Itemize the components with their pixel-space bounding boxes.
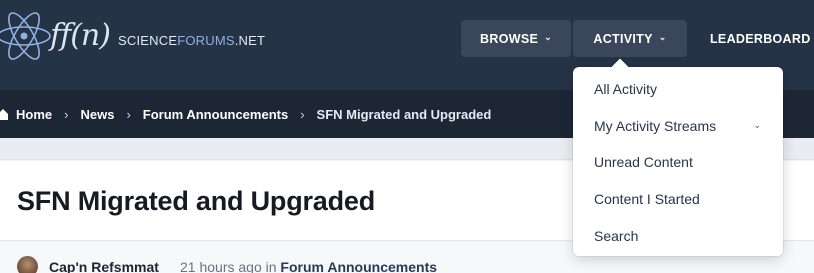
chevron-right-icon: › (64, 106, 69, 122)
chevron-down-icon: ⌄ (753, 120, 761, 131)
author-link[interactable]: Cap'n Refsmmat (49, 259, 159, 273)
breadcrumb-news[interactable]: News (80, 107, 114, 122)
logo-mark[interactable]: ff(n) (50, 18, 111, 53)
logo-text-science: SCIENCE (118, 33, 178, 48)
menu-item-my-activity-streams[interactable]: My Activity Streams ⌄ (573, 108, 783, 145)
menu-item-all-activity[interactable]: All Activity (573, 71, 783, 108)
page: ff(n) SCIENCEFORUMS.NET BROWSE ⌄ ACTIVIT… (0, 0, 814, 273)
nav-activity-button[interactable]: ACTIVITY ⌄ (573, 20, 687, 57)
topic-meta: 21 hours ago in Forum Announcements (180, 259, 437, 273)
menu-item-unread-content[interactable]: Unread Content (573, 144, 783, 181)
breadcrumb-home-label: Home (16, 106, 53, 122)
menu-item-label: All Activity (594, 81, 658, 98)
activity-dropdown-menu: All Activity My Activity Streams ⌄ Unrea… (573, 58, 783, 256)
chevron-right-icon: › (126, 106, 131, 122)
logo-wordmark[interactable]: SCIENCEFORUMS.NET (118, 33, 265, 48)
nav-browse-button[interactable]: BROWSE ⌄ (461, 20, 571, 57)
chevron-down-icon: ⌄ (658, 32, 667, 42)
nav-leaderboard-label: LEADERBOARD (710, 31, 811, 46)
menu-item-search[interactable]: Search (573, 217, 783, 254)
logo-text-forums: FORUMS (177, 33, 235, 48)
breadcrumb-forum-announcements[interactable]: Forum Announcements (143, 107, 288, 122)
logo-text-net: .NET (234, 33, 266, 48)
menu-item-label: Unread Content (594, 154, 693, 171)
breadcrumb-current: SFN Migrated and Upgraded (316, 106, 492, 122)
page-title: SFN Migrated and Upgraded (17, 186, 376, 216)
nav-activity-label: ACTIVITY (593, 31, 653, 46)
menu-item-label: Search (594, 227, 639, 244)
topic-time: 21 hours ago in (180, 259, 277, 273)
menu-item-label: My Activity Streams (594, 117, 717, 134)
breadcrumb-home[interactable]: Home (0, 107, 52, 122)
home-icon (0, 109, 8, 120)
nav-browse-label: BROWSE (480, 31, 539, 46)
avatar[interactable] (17, 256, 38, 273)
chevron-right-icon: › (300, 106, 305, 122)
nav-leaderboard-button[interactable]: LEADERBOARD (698, 20, 814, 57)
menu-item-content-i-started[interactable]: Content I Started (573, 181, 783, 218)
atom-icon[interactable] (0, 6, 54, 66)
topic-forum-link[interactable]: Forum Announcements (280, 259, 437, 273)
menu-item-label: Content I Started (594, 191, 700, 208)
chevron-down-icon: ⌄ (544, 32, 552, 42)
